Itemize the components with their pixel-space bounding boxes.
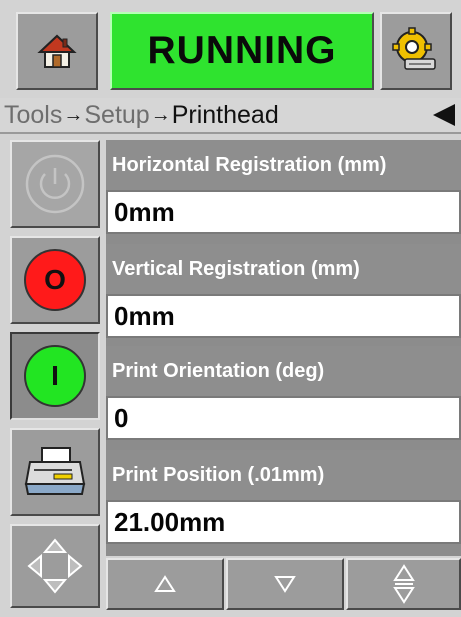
stop-button[interactable]: O bbox=[10, 236, 100, 324]
param-label-print-orientation: Print Orientation (deg) bbox=[106, 346, 461, 396]
scroll-up-button[interactable] bbox=[106, 558, 224, 610]
settings-button[interactable] bbox=[380, 12, 452, 90]
param-label-horizontal-registration: Horizontal Registration (mm) bbox=[106, 140, 461, 190]
home-button[interactable] bbox=[16, 12, 98, 90]
up-down-arrow-icon bbox=[392, 564, 415, 604]
navigate-button[interactable] bbox=[10, 524, 100, 608]
stop-icon: O bbox=[24, 249, 86, 311]
machine-status-indicator[interactable]: RUNNING bbox=[110, 12, 374, 90]
down-arrow-icon bbox=[274, 576, 296, 593]
start-icon: I bbox=[24, 345, 86, 407]
param-label-print-position: Print Position (.01mm) bbox=[106, 450, 461, 500]
breadcrumb: Tools → Setup → Printhead bbox=[0, 98, 461, 134]
breadcrumb-separator: → bbox=[150, 103, 171, 126]
status-text: RUNNING bbox=[147, 29, 337, 72]
power-button[interactable] bbox=[10, 140, 100, 228]
print-button[interactable] bbox=[10, 428, 100, 516]
settings-gear-icon bbox=[392, 27, 436, 70]
param-value-vertical-registration[interactable]: 0mm bbox=[106, 294, 461, 338]
power-icon bbox=[25, 154, 85, 214]
breadcrumb-current: Printhead bbox=[171, 100, 279, 129]
printer-control-screen: RUNNING Tools → Setup → Printhead O I Ho… bbox=[0, 0, 461, 617]
breadcrumb-separator: → bbox=[63, 103, 84, 126]
navigate-arrows-icon bbox=[27, 538, 83, 594]
start-button[interactable]: I bbox=[10, 332, 100, 420]
printer-icon bbox=[24, 447, 86, 495]
scroll-down-button[interactable] bbox=[226, 558, 344, 610]
param-value-horizontal-registration[interactable]: 0mm bbox=[106, 190, 461, 234]
param-value-print-position[interactable]: 21.00mm bbox=[106, 500, 461, 544]
back-arrow-icon[interactable] bbox=[433, 104, 455, 126]
param-label-vertical-registration: Vertical Registration (mm) bbox=[106, 244, 461, 294]
home-icon bbox=[37, 34, 77, 68]
param-value-print-orientation[interactable]: 0 bbox=[106, 396, 461, 440]
breadcrumb-item-tools[interactable]: Tools bbox=[4, 101, 62, 130]
adjust-value-button[interactable] bbox=[346, 558, 461, 610]
up-arrow-icon bbox=[154, 575, 176, 592]
breadcrumb-item-setup[interactable]: Setup bbox=[84, 101, 149, 130]
